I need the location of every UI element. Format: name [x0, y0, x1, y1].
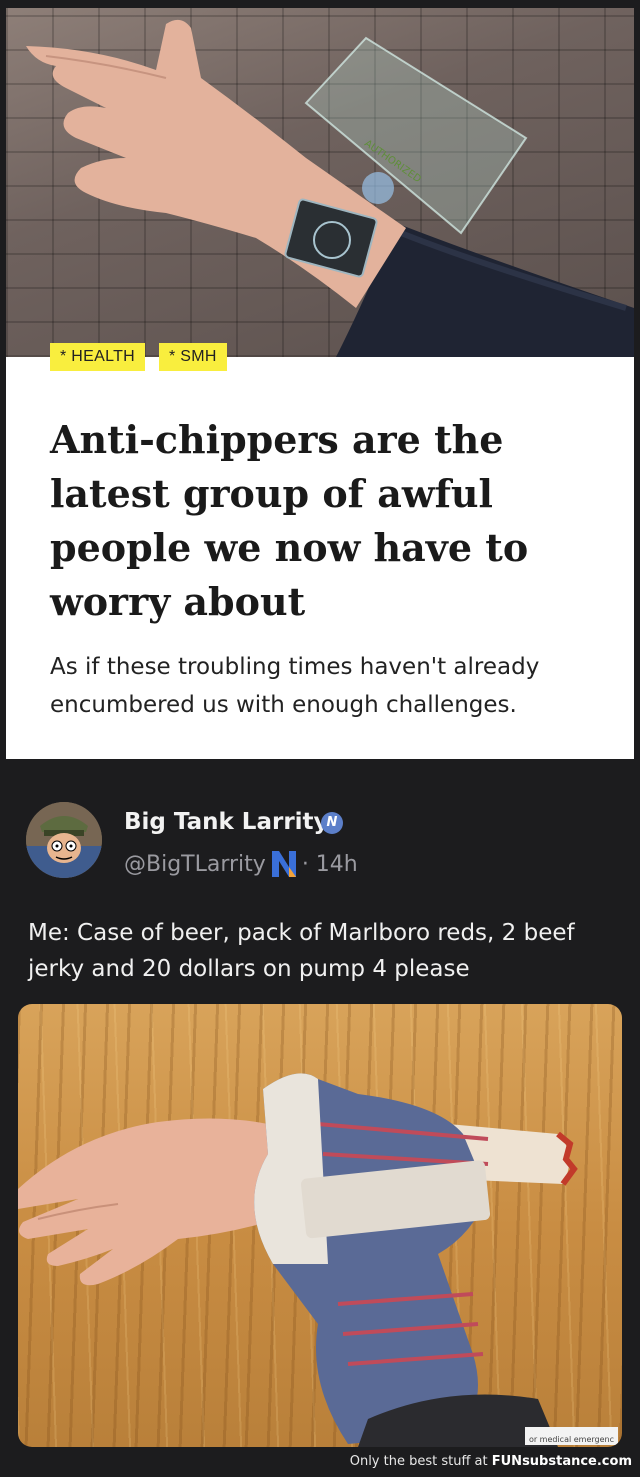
- verified-badge-icon: N: [321, 812, 343, 834]
- footer-text: Only the best stuff at: [349, 1454, 492, 1469]
- handle-row: @BigTLarrity · 14h: [124, 851, 358, 877]
- footer-brand-link[interactable]: FUNsubstance.com: [492, 1454, 632, 1469]
- article-tags: * HEALTH * SMH: [50, 343, 227, 371]
- tweet-photo[interactable]: or medical emergenc: [18, 1004, 622, 1447]
- tweet-card[interactable]: Big Tank Larrity N @BigTLarrity · 14h Me…: [0, 759, 640, 1477]
- site-footer: Only the best stuff at FUNsubstance.com: [0, 1447, 640, 1477]
- photo-caption: or medical emergenc: [524, 1427, 618, 1445]
- article-headline[interactable]: Anti-chippers are the latest group of aw…: [50, 413, 610, 629]
- display-name[interactable]: Big Tank Larrity: [124, 809, 329, 835]
- n-logo-icon: [271, 851, 296, 877]
- article-card[interactable]: AUTHORIZED * HEALTH * SMH Anti-chippers …: [6, 8, 634, 759]
- handle[interactable]: @BigTLarrity: [124, 852, 266, 877]
- tweet-time: · 14h: [301, 851, 358, 877]
- tweet-text: Me: Case of beer, pack of Marlboro reds,…: [28, 920, 575, 982]
- tag-smh[interactable]: * SMH: [159, 343, 227, 371]
- avatar[interactable]: [26, 802, 102, 878]
- tag-health[interactable]: * HEALTH: [50, 343, 146, 371]
- article-hero-image: AUTHORIZED: [6, 8, 634, 357]
- article-subhead: As if these troubling times haven't alre…: [50, 654, 540, 718]
